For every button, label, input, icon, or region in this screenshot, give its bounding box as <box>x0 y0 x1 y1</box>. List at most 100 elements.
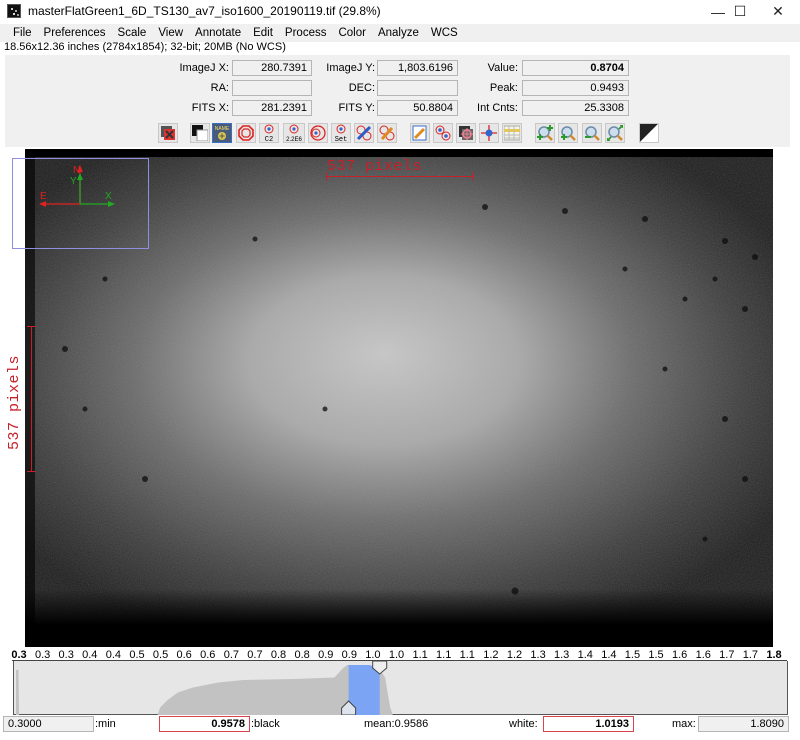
dec-label: DEC: <box>348 82 375 94</box>
histogram-tick-label: 1.3 <box>554 649 570 661</box>
scale-bar-vertical-label: 537 pixels <box>6 354 23 450</box>
svg-text:C2: C2 <box>265 136 273 142</box>
name-label-button[interactable]: NAME <box>212 123 232 143</box>
fits-x-label: FITS X: <box>191 102 229 114</box>
centroid-icon <box>481 125 497 141</box>
window-title: masterFlatGreen1_6D_TS130_av7_iso1600_20… <box>28 4 381 18</box>
value-label: Value: <box>487 62 518 74</box>
histogram-tick-label: 0.4 <box>105 649 122 661</box>
histogram-tick-label: 1.0 <box>388 649 405 661</box>
name-label-icon: NAME <box>213 124 231 142</box>
imagej-y-label: ImageJ Y: <box>326 62 375 74</box>
scale-bar-tick <box>27 471 36 472</box>
histogram-tick-label: 1.1 <box>459 649 475 661</box>
compass-north-label: N <box>73 165 80 176</box>
min-field: 0.3000 <box>3 716 94 732</box>
aperture-c2-button[interactable]: C2 <box>259 123 279 143</box>
menu-view[interactable]: View <box>158 27 183 39</box>
black-label: :black <box>251 718 280 730</box>
compass-x-label: X <box>105 191 112 202</box>
compass-y-label: Y <box>70 176 77 187</box>
close-button[interactable]: ✕ <box>755 0 800 23</box>
invert-button[interactable] <box>639 123 659 143</box>
toolbar: NAME C2 2.2E6 Set <box>0 123 800 143</box>
histogram-tick-label: 1.0 <box>365 649 381 661</box>
menu-analyze[interactable]: Analyze <box>378 27 419 39</box>
histogram-tick-label: 1.8 <box>766 649 782 661</box>
int-cnts-field: 25.3308 <box>522 100 629 116</box>
menu-preferences[interactable]: Preferences <box>44 27 106 39</box>
menu-annotate[interactable]: Annotate <box>195 27 241 39</box>
clear-overlay-icon <box>161 126 175 140</box>
multi-aperture-icon <box>435 125 451 141</box>
histogram-tick-label: 1.4 <box>601 649 617 661</box>
zoom-in-fit-button[interactable] <box>535 123 555 143</box>
aperture-offset-icon <box>310 125 326 141</box>
clear-overlay-button[interactable] <box>158 123 178 143</box>
zoom-out-icon <box>585 126 600 141</box>
white-level-input[interactable]: 1.0193 <box>543 716 634 732</box>
histogram-tick-label: 0.3 <box>58 649 74 661</box>
app-icon <box>7 4 21 18</box>
histogram-tick-label: 0.7 <box>247 649 263 661</box>
black-level-input[interactable]: 0.9578 <box>159 716 250 732</box>
aperture-set-icon: Set <box>335 124 348 142</box>
histogram-tick-label: 0.3 <box>11 649 27 661</box>
octagon-aperture-icon <box>238 125 254 141</box>
octagon-aperture-button[interactable] <box>236 123 256 143</box>
histogram-tick-label: 1.1 <box>436 649 452 661</box>
svg-text:2.2E6: 2.2E6 <box>286 137 302 142</box>
histogram-tick-label: 1.7 <box>742 649 759 661</box>
histogram-tick-label: 1.5 <box>648 649 664 661</box>
zoom-in-fit-icon <box>537 125 553 141</box>
zoom-out-button[interactable] <box>582 123 602 143</box>
mean-value: mean:0.9586 <box>364 718 429 730</box>
clear-apertures-icon <box>379 125 395 141</box>
aperture-offset-button[interactable] <box>308 123 328 143</box>
clear-measurements-button[interactable] <box>410 123 430 143</box>
multi-aperture-button[interactable] <box>433 123 453 143</box>
value-field: 0.8704 <box>522 60 629 76</box>
compass-east-label: E <box>40 191 47 202</box>
aperture-2266-button[interactable]: 2.2E6 <box>283 123 305 143</box>
histogram-tick-label: 0.5 <box>129 649 145 661</box>
zoom-fit-icon <box>607 125 623 141</box>
svg-text:Set: Set <box>335 136 348 142</box>
zoom-in-button[interactable] <box>558 123 578 143</box>
imagej-x-label: ImageJ X: <box>179 62 229 74</box>
histogram-tick-label: 0.9 <box>341 649 357 661</box>
histogram-tick-label: 1.1 <box>412 649 428 661</box>
histogram-panel[interactable] <box>13 660 788 716</box>
max-field: 1.8090 <box>698 716 789 732</box>
centroid-button[interactable] <box>479 123 499 143</box>
align-stack-button[interactable] <box>456 123 476 143</box>
max-label: max: <box>672 718 696 730</box>
menu-file[interactable]: File <box>13 27 32 39</box>
menu-scale[interactable]: Scale <box>118 27 147 39</box>
histogram-tick-label: 0.6 <box>176 649 192 661</box>
compass-rose: N Y E X <box>39 165 115 207</box>
aperture-c2-icon: C2 <box>264 124 274 142</box>
histogram-tick-label: 1.4 <box>577 649 593 661</box>
zoom-fit-button[interactable] <box>605 123 625 143</box>
aperture-set-button[interactable]: Set <box>331 123 351 143</box>
edit-apertures-button[interactable] <box>354 123 374 143</box>
scale-bar-horizontal <box>326 176 474 177</box>
menu-color[interactable]: Color <box>338 27 365 39</box>
histogram-bars <box>16 665 393 715</box>
histogram-plot <box>16 660 393 716</box>
histogram-tick-label: 1.2 <box>483 649 499 661</box>
color-swap-icon <box>192 125 208 141</box>
color-swap-button[interactable] <box>190 123 210 143</box>
menu-edit[interactable]: Edit <box>253 27 273 39</box>
scale-bar-horizontal-label: 537 pixels <box>327 158 423 175</box>
histogram-tick-label: 0.5 <box>152 649 169 661</box>
fits-y-label: FITS Y: <box>338 102 375 114</box>
clear-apertures-button[interactable] <box>377 123 397 143</box>
measurements-table-button[interactable] <box>502 123 522 143</box>
menu-wcs[interactable]: WCS <box>431 27 458 39</box>
clear-measurements-icon <box>412 125 427 141</box>
scale-bar-tick <box>473 172 474 181</box>
menu-process[interactable]: Process <box>285 27 327 39</box>
histogram-tick-label: 1.3 <box>530 649 546 661</box>
